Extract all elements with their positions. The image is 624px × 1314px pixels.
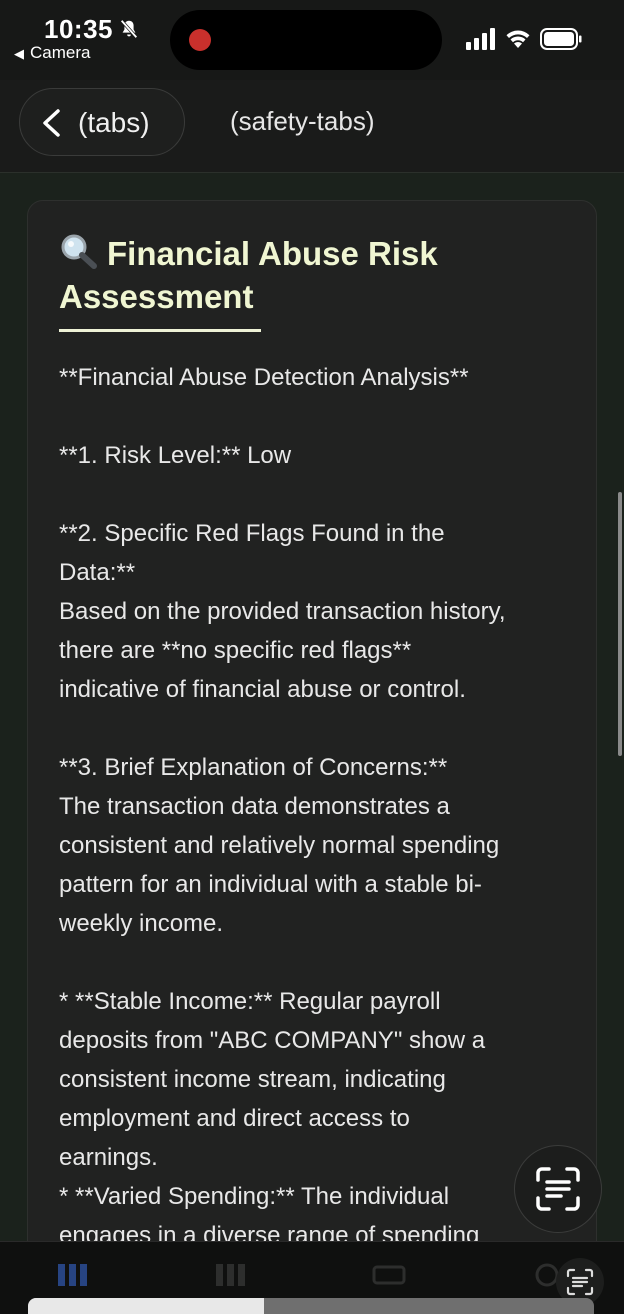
text-line: employment and direct access to: [59, 1105, 410, 1132]
card-title-text: Financial Abuse Risk Assessment: [59, 235, 438, 315]
text-scan-icon: [536, 1167, 580, 1211]
text-line: there are **no specific red flags**: [59, 637, 412, 664]
text-line: earnings.: [59, 1144, 158, 1171]
text-line: Data:**: [59, 559, 136, 586]
text-line: **1. Risk Level:** Low: [59, 442, 292, 469]
status-time: 10:35: [44, 14, 113, 44]
nav-header: (tabs) (safety-tabs): [0, 80, 624, 172]
text-line: indicative of financial abuse or control…: [59, 676, 466, 703]
text-line: weekly income.: [59, 910, 224, 937]
battery-icon: [540, 28, 582, 50]
cellular-signal-icon: [466, 28, 495, 50]
back-button-label: (tabs): [78, 107, 150, 138]
text-line: **3. Brief Explanation of Concerns:**: [59, 754, 448, 781]
text-line: consistent income stream, indicating: [59, 1066, 446, 1093]
card-title: Financial Abuse Risk Assessment: [59, 232, 559, 318]
back-triangle-icon: ◀: [14, 46, 24, 61]
bottom-bar-handle[interactable]: [28, 1298, 264, 1314]
back-to-app-link[interactable]: ◀ Camera: [14, 43, 90, 63]
text-line: Based on the provided transaction histor…: [59, 598, 506, 625]
page-title: (safety-tabs): [230, 106, 375, 136]
card-tab-icon[interactable]: [372, 1260, 406, 1290]
chevron-left-icon: [43, 109, 60, 137]
app-screen: 10:35 ◀ Camera (tabs) (safety-tabs) Fina…: [0, 0, 624, 1314]
home-tab-icon[interactable]: [56, 1260, 90, 1290]
assessment-text: **Financial Abuse Detection Analysis** *…: [59, 358, 569, 1255]
text-scan-button[interactable]: [514, 1145, 602, 1233]
text-line: deposits from "ABC COMPANY" show a: [59, 1027, 486, 1054]
back-app-label: Camera: [30, 43, 91, 62]
text-line: * **Varied Spending:** The individual: [59, 1183, 450, 1210]
bell-muted-icon: [120, 19, 138, 39]
title-underline: [59, 329, 261, 332]
text-line: pattern for an individual with a stable …: [59, 871, 482, 898]
text-scan-icon: [566, 1268, 594, 1296]
scrollbar[interactable]: [618, 492, 622, 756]
text-line: * **Stable Income:** Regular payroll: [59, 988, 441, 1015]
wifi-icon: [506, 30, 530, 48]
text-line: The transaction data demonstrates a: [59, 793, 450, 820]
recording-indicator-icon: [189, 29, 211, 51]
text-line: consistent and relatively normal spendin…: [59, 832, 500, 859]
back-button[interactable]: (tabs): [19, 88, 185, 156]
chart-tab-icon[interactable]: [214, 1260, 248, 1290]
text-line: **Financial Abuse Detection Analysis**: [59, 364, 469, 391]
magnifying-glass-icon: [61, 234, 97, 269]
status-bar: 10:35 ◀ Camera: [0, 0, 624, 80]
text-line: **2. Specific Red Flags Found in the: [59, 520, 445, 547]
